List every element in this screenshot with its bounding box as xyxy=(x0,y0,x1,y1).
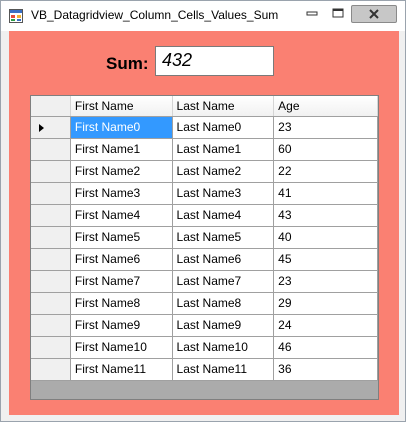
cell-first-name[interactable]: First Name5 xyxy=(70,226,173,249)
row-header-cell[interactable] xyxy=(31,204,71,227)
cell-last-name[interactable]: Last Name7 xyxy=(172,270,275,293)
windows-form-icon xyxy=(9,9,23,23)
column-header-first-name[interactable]: First Name xyxy=(70,96,173,117)
row-header-cell[interactable] xyxy=(31,116,71,139)
cell-last-name[interactable]: Last Name0 xyxy=(172,116,275,139)
row-header-cell[interactable] xyxy=(31,292,71,315)
cell-last-name[interactable]: Last Name1 xyxy=(172,138,275,161)
cell-first-name[interactable]: First Name6 xyxy=(70,248,173,271)
table-row[interactable]: First Name2 Last Name2 22 xyxy=(31,160,378,183)
cell-last-name[interactable]: Last Name5 xyxy=(172,226,275,249)
cell-first-name[interactable]: First Name9 xyxy=(70,314,173,337)
table-row[interactable]: First Name1 Last Name1 60 xyxy=(31,138,378,161)
cell-age[interactable]: 36 xyxy=(273,358,378,381)
row-header-cell[interactable] xyxy=(31,160,71,183)
top-left-header-cell[interactable] xyxy=(31,96,71,117)
cell-age[interactable]: 29 xyxy=(273,292,378,315)
row-header-cell[interactable] xyxy=(31,182,71,205)
cell-first-name[interactable]: First Name2 xyxy=(70,160,173,183)
cell-last-name[interactable]: Last Name11 xyxy=(172,358,275,381)
app-window: VB_Datagridview_Column_Cells_Values_Sum … xyxy=(0,0,406,422)
table-row[interactable]: First Name8 Last Name8 29 xyxy=(31,292,378,315)
minimize-icon xyxy=(306,11,318,16)
cell-age[interactable]: 24 xyxy=(273,314,378,337)
table-row[interactable]: First Name6 Last Name6 45 xyxy=(31,248,378,271)
title-bar[interactable]: VB_Datagridview_Column_Cells_Values_Sum xyxy=(1,1,405,31)
close-icon xyxy=(369,9,379,19)
cell-first-name[interactable]: First Name4 xyxy=(70,204,173,227)
maximize-icon xyxy=(332,8,344,18)
cell-last-name[interactable]: Last Name2 xyxy=(172,160,275,183)
column-header-last-name[interactable]: Last Name xyxy=(172,96,275,117)
cell-first-name[interactable]: First Name10 xyxy=(70,336,173,359)
table-row[interactable]: First Name4 Last Name4 43 xyxy=(31,204,378,227)
grid-header-row: First Name Last Name Age xyxy=(31,96,378,117)
cell-last-name[interactable]: Last Name10 xyxy=(172,336,275,359)
sum-textbox[interactable]: 432 xyxy=(155,46,274,76)
table-row[interactable]: First Name11 Last Name11 36 xyxy=(31,358,378,381)
cell-first-name[interactable]: First Name8 xyxy=(70,292,173,315)
minimize-button[interactable] xyxy=(299,5,325,21)
row-header-cell[interactable] xyxy=(31,336,71,359)
grid-table: First Name Last Name Age First Name0 Last… xyxy=(31,96,378,381)
cell-age[interactable]: 23 xyxy=(273,270,378,293)
sum-label: Sum: xyxy=(106,54,149,73)
row-header-cell[interactable] xyxy=(31,138,71,161)
table-row[interactable]: First Name5 Last Name5 40 xyxy=(31,226,378,249)
cell-age[interactable]: 41 xyxy=(273,182,378,205)
form-client-area: Sum: 432 First Name Last Name Age First … xyxy=(9,31,399,415)
table-row[interactable]: First Name0 Last Name0 23 xyxy=(31,116,378,139)
cell-age[interactable]: 40 xyxy=(273,226,378,249)
row-header-cell[interactable] xyxy=(31,248,71,271)
cell-last-name[interactable]: Last Name6 xyxy=(172,248,275,271)
cell-first-name[interactable]: First Name3 xyxy=(70,182,173,205)
data-grid-view[interactable]: First Name Last Name Age First Name0 Last… xyxy=(30,95,379,400)
cell-last-name[interactable]: Last Name4 xyxy=(172,204,275,227)
row-pointer-icon xyxy=(39,123,44,132)
cell-first-name[interactable]: First Name0 xyxy=(70,116,173,139)
window-title: VB_Datagridview_Column_Cells_Values_Sum xyxy=(31,8,279,22)
cell-age[interactable]: 45 xyxy=(273,248,378,271)
cell-age[interactable]: 22 xyxy=(273,160,378,183)
table-row[interactable]: First Name7 Last Name7 23 xyxy=(31,270,378,293)
row-header-cell[interactable] xyxy=(31,314,71,337)
cell-first-name[interactable]: First Name1 xyxy=(70,138,173,161)
table-row[interactable]: First Name9 Last Name9 24 xyxy=(31,314,378,337)
cell-first-name[interactable]: First Name11 xyxy=(70,358,173,381)
cell-first-name[interactable]: First Name7 xyxy=(70,270,173,293)
cell-age[interactable]: 46 xyxy=(273,336,378,359)
row-header-cell[interactable] xyxy=(31,270,71,293)
row-header-cell[interactable] xyxy=(31,358,71,381)
row-header-cell[interactable] xyxy=(31,226,71,249)
table-row[interactable]: First Name10 Last Name10 46 xyxy=(31,336,378,359)
maximize-button[interactable] xyxy=(325,5,351,21)
column-header-age[interactable]: Age xyxy=(273,96,378,117)
cell-last-name[interactable]: Last Name3 xyxy=(172,182,275,205)
cell-age[interactable]: 23 xyxy=(273,116,378,139)
cell-last-name[interactable]: Last Name8 xyxy=(172,292,275,315)
cell-last-name[interactable]: Last Name9 xyxy=(172,314,275,337)
cell-age[interactable]: 43 xyxy=(273,204,378,227)
table-row[interactable]: First Name3 Last Name3 41 xyxy=(31,182,378,205)
cell-age[interactable]: 60 xyxy=(273,138,378,161)
close-button[interactable] xyxy=(351,5,397,23)
